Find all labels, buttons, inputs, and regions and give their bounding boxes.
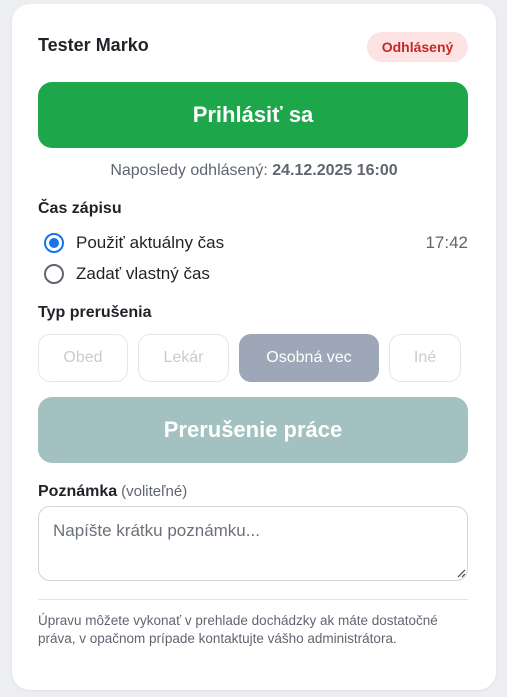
chip-personal-selected[interactable]: Osobná vec	[239, 334, 379, 382]
status-badge: Odhlásený	[367, 32, 468, 62]
radio-label-current-time: Použiť aktuálny čas	[76, 233, 225, 252]
login-button[interactable]: Prihlásiť sa	[38, 82, 468, 148]
chip-lunch[interactable]: Obed	[38, 334, 128, 382]
note-input[interactable]	[38, 506, 468, 581]
radio-label-custom-time: Zadať vlastný čas	[76, 264, 210, 283]
chip-other[interactable]: Iné	[389, 334, 461, 382]
note-optional-hint: (voliteľné)	[121, 483, 188, 500]
resize-grip-icon[interactable]	[456, 568, 466, 578]
attendance-card: Tester Marko Odhlásený Prihlásiť sa Napo…	[12, 4, 496, 690]
last-logout-label: Naposledy odhlásený:	[110, 162, 268, 179]
current-time: 17:42	[425, 233, 468, 252]
last-logout-info: Naposledy odhlásený: 24.12.2025 16:00	[12, 162, 496, 180]
radio-current-time[interactable]: Použiť aktuálny čas 17:42	[44, 231, 468, 255]
user-name: Tester Marko	[38, 35, 149, 55]
footer-help-text: Úpravu môžete vykonať v prehlade dochádz…	[38, 613, 438, 646]
break-type-title: Typ prerušenia	[38, 304, 152, 321]
note-label: Poznámka	[38, 483, 118, 500]
time-section-title: Čas zápisu	[38, 200, 122, 217]
last-logout-value: 24.12.2025 16:00	[272, 162, 398, 179]
radio-custom-time[interactable]: Zadať vlastný čas	[44, 262, 468, 286]
note-label-row: Poznámka (voliteľné)	[38, 483, 187, 501]
radio-button-checked[interactable]	[44, 233, 64, 253]
break-work-button[interactable]: Prerušenie práce	[38, 397, 468, 463]
radio-button-unchecked[interactable]	[44, 264, 64, 284]
chip-doctor[interactable]: Lekár	[138, 334, 229, 382]
divider	[38, 599, 468, 600]
